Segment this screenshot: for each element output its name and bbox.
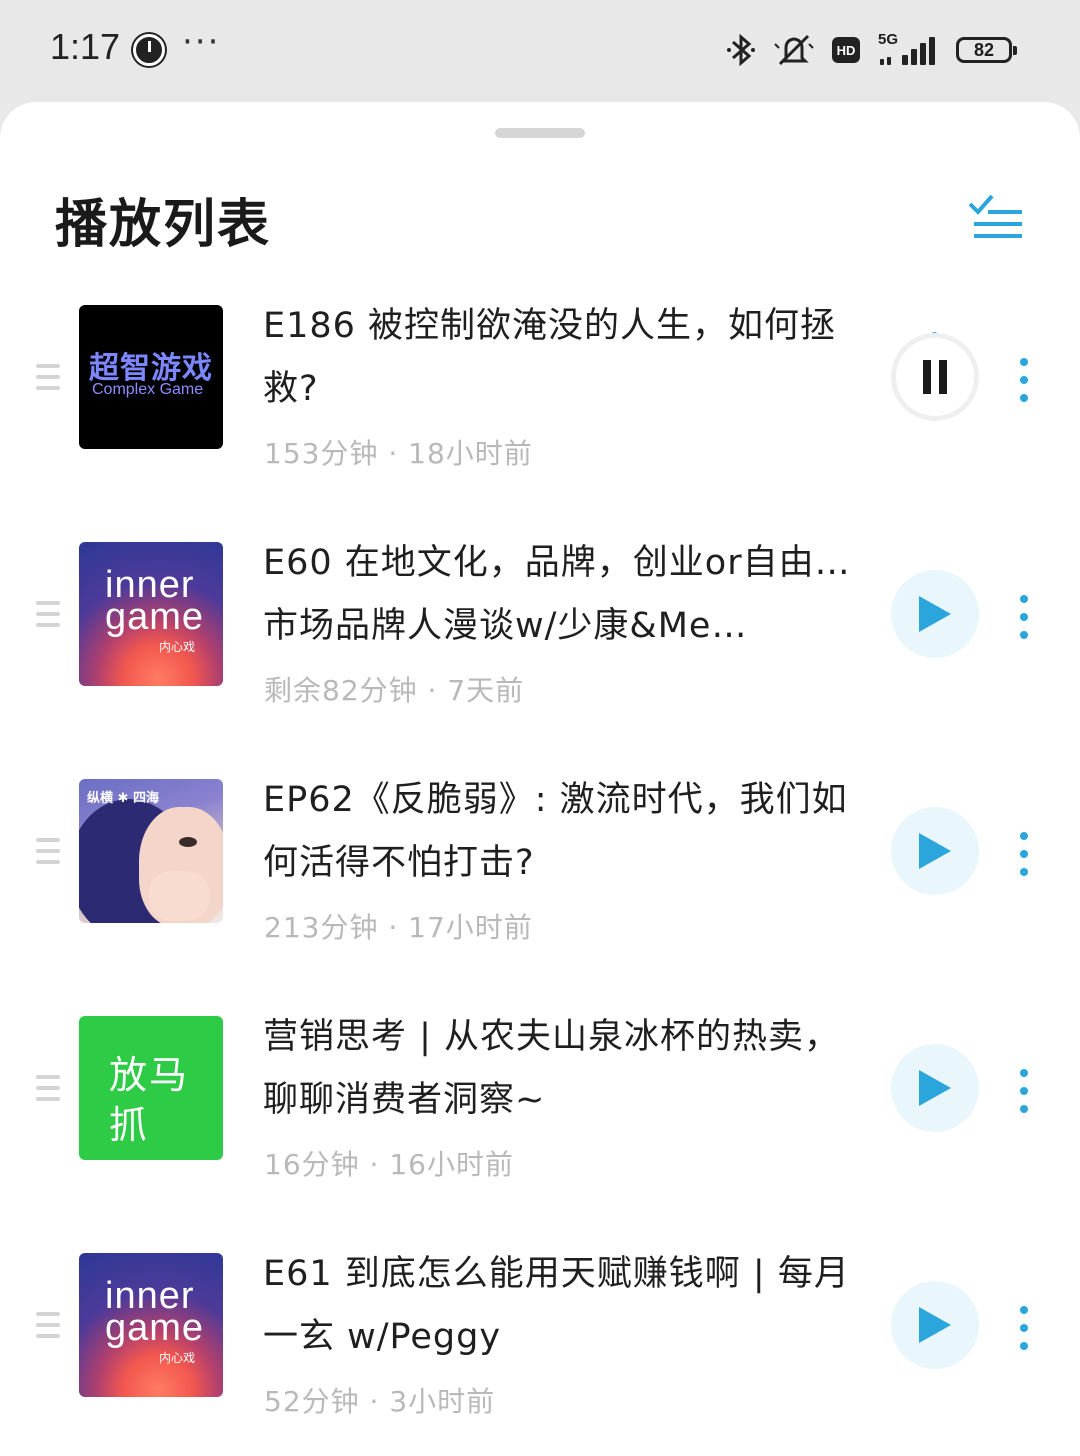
drag-handle[interactable] bbox=[495, 128, 585, 138]
list-item[interactable]: 放马 抓马， 营销思考 | 从农夫山泉冰杯的热卖，聊聊消费者洞察~ 16分钟 ·… bbox=[0, 1003, 1080, 1203]
cover-text: 抓马， bbox=[109, 1103, 187, 1160]
status-time: 1:17 bbox=[50, 26, 121, 67]
sheet-title: 播放列表 bbox=[55, 195, 272, 255]
podcast-cover: 放马 抓马， bbox=[79, 1016, 223, 1160]
podcast-cover: inner game 内心戏 bbox=[79, 1253, 223, 1397]
bluetooth-icon bbox=[727, 33, 755, 67]
network-type: 5G bbox=[878, 31, 899, 48]
play-button[interactable] bbox=[891, 1281, 979, 1369]
cover-subtext: Complex Game bbox=[92, 381, 204, 398]
more-options-icon[interactable] bbox=[1016, 1306, 1032, 1350]
episode-meta: 16分钟 · 16小时前 bbox=[264, 1148, 514, 1181]
mute-icon bbox=[774, 34, 814, 66]
list-item[interactable]: 纵横 ✱ 四海 EP62《反脆弱》: 激流时代，我们如何活得不怕打击? 213分… bbox=[0, 766, 1080, 966]
more-notifications-icon: ··· bbox=[182, 22, 221, 62]
episode-meta: 剩余82分钟 · 7天前 bbox=[264, 674, 525, 707]
cover-text: 放马 bbox=[109, 1053, 190, 1097]
play-button[interactable] bbox=[891, 1044, 979, 1132]
more-options-icon[interactable] bbox=[1016, 358, 1032, 402]
episode-title[interactable]: EP62《反脆弱》: 激流时代，我们如何活得不怕打击? bbox=[263, 769, 863, 895]
battery-icon: 82 bbox=[956, 37, 1017, 63]
podcast-cover: 超智游戏 Complex Game bbox=[79, 305, 223, 449]
drag-grip-icon[interactable] bbox=[36, 601, 60, 634]
podcast-cover: inner game 内心戏 bbox=[79, 542, 223, 686]
drag-grip-icon[interactable] bbox=[36, 838, 60, 871]
status-icons: HD 5G 82 bbox=[726, 28, 1017, 72]
list-item[interactable]: 超智游戏 Complex Game E186 被控制欲淹没的人生，如何拯救? 1… bbox=[0, 292, 1080, 492]
clock-icon bbox=[133, 34, 165, 66]
list-item[interactable]: inner game 内心戏 E61 到底怎么能用天赋赚钱啊 | 每月一玄 w/… bbox=[0, 1240, 1080, 1440]
drag-grip-icon[interactable] bbox=[36, 364, 60, 397]
playlist-sheet: 播放列表 超智游戏 Complex Game E186 被控制欲淹没的人生，如何… bbox=[0, 102, 1080, 1456]
episode-meta: 153分钟 · 18小时前 bbox=[264, 437, 533, 470]
battery-level: 82 bbox=[973, 39, 995, 60]
play-icon bbox=[919, 833, 951, 869]
cover-subtext: 内心戏 bbox=[159, 640, 196, 654]
status-bar: 1:17 ··· HD 5G 82 bbox=[0, 0, 1080, 104]
hd-icon: HD bbox=[832, 37, 860, 63]
episode-title[interactable]: E61 到底怎么能用天赋赚钱啊 | 每月一玄 w/Peggy bbox=[263, 1243, 863, 1369]
list-item[interactable]: inner game 内心戏 E60 在地文化，品牌，创业or自由…市场品牌人漫… bbox=[0, 529, 1080, 729]
episode-meta: 52分钟 · 3小时前 bbox=[264, 1385, 496, 1418]
play-icon bbox=[919, 596, 951, 632]
drag-grip-icon[interactable] bbox=[36, 1075, 60, 1108]
episode-meta: 213分钟 · 17小时前 bbox=[264, 911, 533, 944]
more-options-icon[interactable] bbox=[1016, 1069, 1032, 1113]
play-button[interactable] bbox=[891, 807, 979, 895]
playlist-check-icon[interactable] bbox=[966, 190, 1026, 242]
cover-subtext: 内心戏 bbox=[159, 1351, 196, 1365]
pause-button[interactable] bbox=[891, 333, 979, 421]
episode-title[interactable]: E60 在地文化，品牌，创业or自由…市场品牌人漫谈w/少康&Me… bbox=[263, 532, 863, 658]
episode-title[interactable]: E186 被控制欲淹没的人生，如何拯救? bbox=[263, 295, 863, 421]
more-options-icon[interactable] bbox=[1016, 595, 1032, 639]
drag-grip-icon[interactable] bbox=[36, 1312, 60, 1345]
more-options-icon[interactable] bbox=[1016, 832, 1032, 876]
pause-icon bbox=[923, 360, 947, 394]
play-icon bbox=[919, 1070, 951, 1106]
podcast-cover: 纵横 ✱ 四海 bbox=[79, 779, 223, 923]
cover-text: game bbox=[105, 1307, 205, 1349]
play-icon bbox=[919, 1307, 951, 1343]
play-button[interactable] bbox=[891, 570, 979, 658]
cover-text: 纵横 ✱ 四海 bbox=[87, 791, 159, 806]
episode-title[interactable]: 营销思考 | 从农夫山泉冰杯的热卖，聊聊消费者洞察~ bbox=[263, 1006, 863, 1132]
cover-text: game bbox=[105, 596, 205, 638]
signal-icon: 5G bbox=[878, 31, 938, 65]
